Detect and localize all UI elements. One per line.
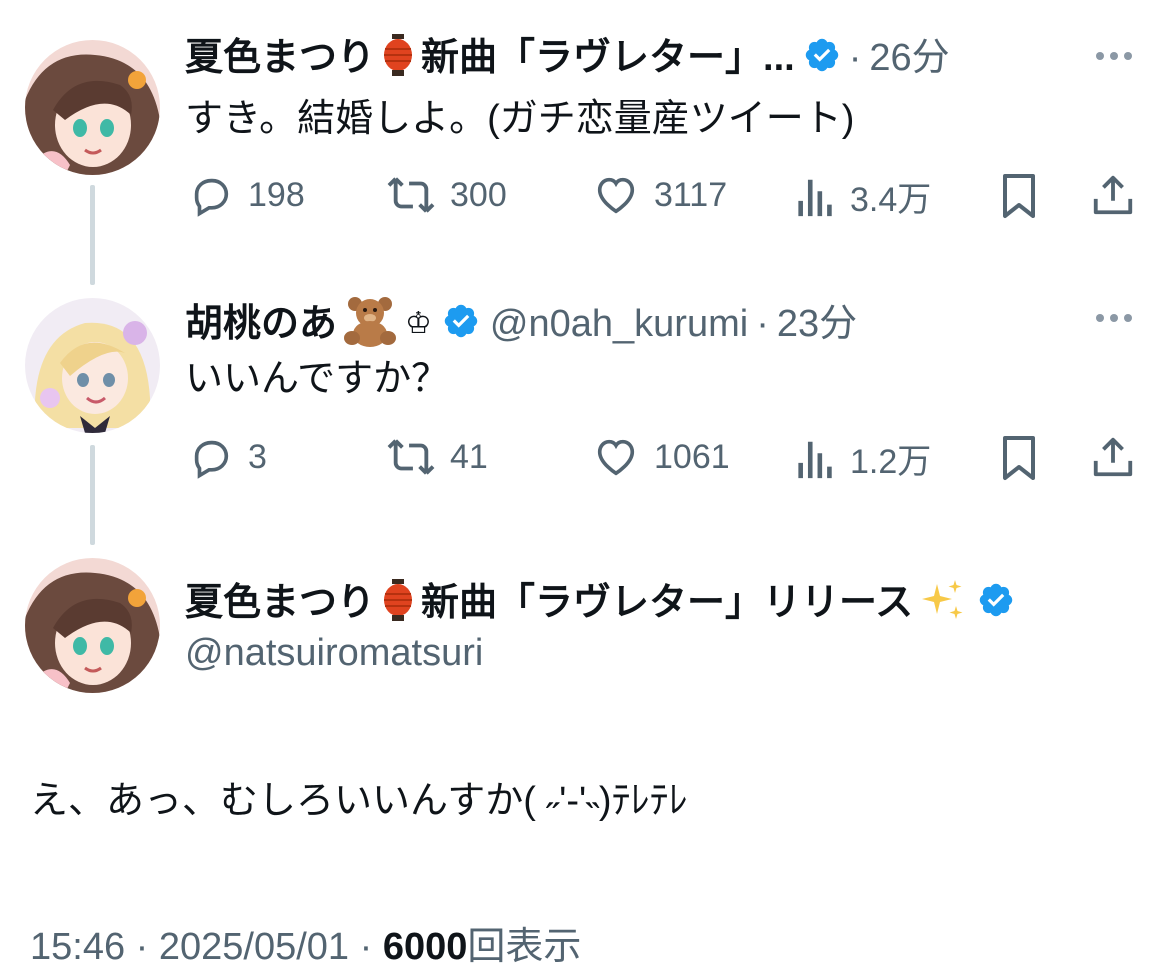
bookmark-icon[interactable] xyxy=(999,172,1039,225)
more-icon[interactable] xyxy=(1096,314,1132,322)
author-name[interactable]: 夏色まつり xyxy=(185,580,375,626)
retweet-count: 300 xyxy=(450,175,507,214)
verified-icon xyxy=(803,36,841,79)
views-count: 3.4万 xyxy=(850,181,932,219)
author-handle[interactable]: @natsuiromatsuri xyxy=(185,630,483,676)
views-label: 回表示 xyxy=(467,926,582,968)
author-name[interactable]: 夏色まつり xyxy=(185,35,375,81)
retweet-icon xyxy=(387,439,435,475)
teddy-bear-icon xyxy=(341,294,399,353)
like-button[interactable]: 3117 xyxy=(592,172,727,218)
verified-icon xyxy=(442,302,480,345)
reply-icon xyxy=(194,178,229,217)
verified-icon xyxy=(977,581,1015,624)
lantern-icon xyxy=(383,579,413,626)
reply-count: 198 xyxy=(248,175,305,214)
like-icon xyxy=(597,177,635,214)
main-tweet-text: え、あっ、むしろいいんすか( ˶'-'˵)ﾃﾚﾃﾚ xyxy=(30,780,688,822)
separator: · xyxy=(359,926,373,968)
reply-count: 3 xyxy=(248,437,267,476)
more-icon[interactable] xyxy=(1096,52,1132,60)
author-name-suffix: 新曲「ラヴレター」リリース xyxy=(421,581,914,624)
retweet-button[interactable]: 300 xyxy=(386,172,507,218)
like-count: 1061 xyxy=(654,437,730,476)
lantern-icon xyxy=(383,34,413,81)
views-button[interactable]: 3.4万 xyxy=(796,172,931,221)
retweet-icon xyxy=(387,177,435,213)
retweet-button[interactable]: 41 xyxy=(386,434,488,480)
author-name-suffix: 新曲「ラヴレター」... xyxy=(421,36,795,79)
like-icon xyxy=(597,439,635,476)
reply-button[interactable]: 3 xyxy=(188,434,267,480)
views-button[interactable]: 1.2万 xyxy=(796,434,931,483)
crown-icon: ♔ xyxy=(405,306,432,341)
thread-line-1 xyxy=(90,185,95,285)
avatar-natsuiro-1[interactable] xyxy=(25,40,160,175)
separator: · xyxy=(756,302,769,345)
tweet-time[interactable]: 26分 xyxy=(869,35,949,81)
main-tweet-header: 夏色まつり 新曲「ラヴレター」リリース xyxy=(185,576,1015,629)
share-icon[interactable] xyxy=(1090,172,1136,223)
sparkles-icon xyxy=(919,576,967,629)
reply-button[interactable]: 198 xyxy=(188,172,305,218)
thread-line-2 xyxy=(90,445,95,545)
separator: · xyxy=(848,36,862,79)
bookmark-icon[interactable] xyxy=(999,434,1039,487)
views-icon xyxy=(798,179,832,216)
views-total: 6000 xyxy=(382,926,468,968)
avatar-noah[interactable] xyxy=(25,298,160,433)
like-button[interactable]: 1061 xyxy=(592,434,730,480)
tweet-1-header: 夏色まつり 新曲「ラヴレター」... · 26分 xyxy=(185,34,950,81)
tweet-time[interactable]: 15:46 xyxy=(30,926,125,968)
views-icon xyxy=(798,441,832,478)
reply-icon xyxy=(194,440,229,479)
share-icon[interactable] xyxy=(1090,434,1136,485)
author-handle[interactable]: @n0ah_kurumi xyxy=(490,301,748,347)
tweet-date[interactable]: 2025/05/01 xyxy=(159,926,349,968)
like-count: 3117 xyxy=(654,175,728,214)
tweet-text: いいんですか？ xyxy=(185,358,450,400)
avatar-natsuiro-2[interactable] xyxy=(25,558,160,693)
tweet-meta: 15:46 · 2025/05/01 · 6000回表示 xyxy=(30,915,581,970)
retweet-count: 41 xyxy=(450,437,488,476)
views-count: 1.2万 xyxy=(850,443,932,481)
tweet-2-header: 胡桃のあ ♔ @n0ah_kurumi · 23分 xyxy=(185,294,857,353)
author-name[interactable]: 胡桃のあ xyxy=(185,301,337,347)
tweet-text: すき。結婚しよ。(ガチ恋量産ツイート) xyxy=(185,98,855,140)
tweet-time[interactable]: 23分 xyxy=(777,301,857,347)
separator: · xyxy=(135,926,149,968)
